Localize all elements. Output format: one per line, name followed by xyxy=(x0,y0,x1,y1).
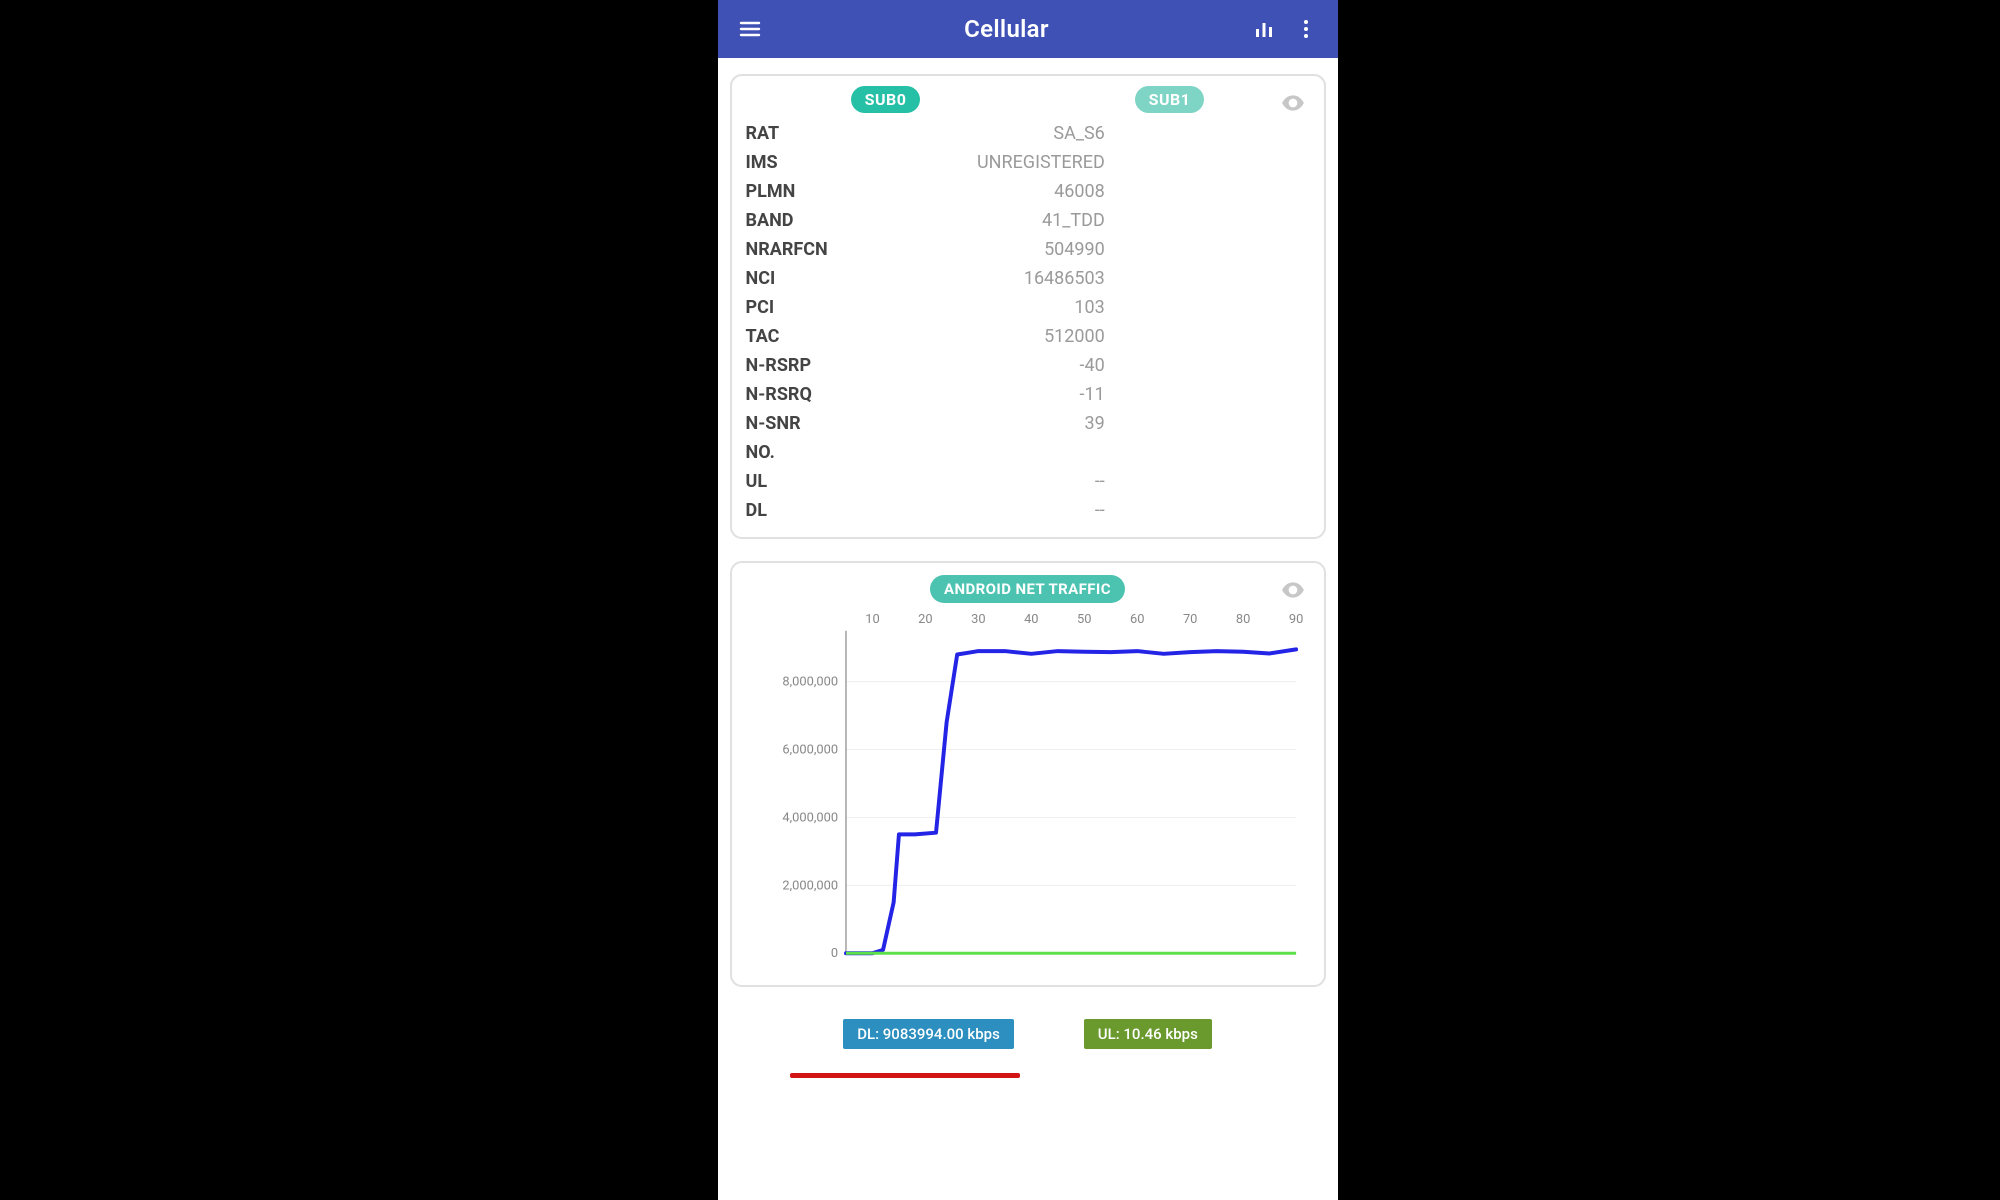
dl-badge: DL: 9083994.00 kbps xyxy=(843,1019,1014,1049)
cell-sub1 xyxy=(1127,438,1320,467)
table-row: BAND41_TDD xyxy=(736,206,1320,235)
cell-key: NO. xyxy=(736,438,935,467)
cell-key: PCI xyxy=(736,293,935,322)
cell-key: N-SNR xyxy=(736,409,935,438)
cell-key: NCI xyxy=(736,264,935,293)
table-row: N-RSRP-40 xyxy=(736,351,1320,380)
sub1-tab[interactable]: SUB1 xyxy=(1135,86,1205,113)
visibility-toggle-icon[interactable] xyxy=(1280,90,1306,120)
table-row: PCI103 xyxy=(736,293,1320,322)
cell-sub0: -11 xyxy=(934,380,1127,409)
svg-text:6,000,000: 6,000,000 xyxy=(782,742,838,757)
cell-sub0: 504990 xyxy=(934,235,1127,264)
cell-key: N-RSRQ xyxy=(736,380,935,409)
cell-sub0: 16486503 xyxy=(934,264,1127,293)
cell-key: TAC xyxy=(736,322,935,351)
cell-sub1 xyxy=(1127,351,1320,380)
svg-text:4,000,000: 4,000,000 xyxy=(782,810,838,825)
sub0-tab[interactable]: SUB0 xyxy=(851,86,921,113)
cell-sub1 xyxy=(1127,235,1320,264)
traffic-chart: 10 20 30 40 50 60 70 80 90 0 2,000,000 4,000,000 6,0… xyxy=(732,605,1324,985)
svg-text:60: 60 xyxy=(1130,612,1144,627)
cell-sub0 xyxy=(934,438,1127,467)
cell-sub1 xyxy=(1127,380,1320,409)
cell-key: BAND xyxy=(736,206,935,235)
cell-sub1 xyxy=(1127,467,1320,496)
cell-key: UL xyxy=(736,467,935,496)
cell-sub1 xyxy=(1127,119,1320,148)
stats-icon[interactable] xyxy=(1246,11,1282,47)
table-row: N-SNR39 xyxy=(736,409,1320,438)
table-row: N-RSRQ-11 xyxy=(736,380,1320,409)
cell-key: PLMN xyxy=(736,177,935,206)
ul-badge: UL: 10.46 kbps xyxy=(1084,1019,1212,1049)
cell-sub0: -- xyxy=(934,467,1127,496)
table-row: RATSA_S6 xyxy=(736,119,1320,148)
svg-text:50: 50 xyxy=(1077,612,1091,627)
cell-sub1 xyxy=(1127,293,1320,322)
cell-sub1 xyxy=(1127,496,1320,525)
svg-text:70: 70 xyxy=(1182,612,1196,627)
cell-key: NRARFCN xyxy=(736,235,935,264)
cell-sub0: 39 xyxy=(934,409,1127,438)
svg-text:8,000,000: 8,000,000 xyxy=(782,675,838,690)
cell-sub0: 103 xyxy=(934,293,1127,322)
cell-key: DL xyxy=(736,496,935,525)
table-row: NCI16486503 xyxy=(736,264,1320,293)
table-row: PLMN46008 xyxy=(736,177,1320,206)
content-area: SUB0 SUB1 RATSA_S6IMSUNREGISTEREDPLMN460… xyxy=(718,58,1338,1090)
table-row: NO. xyxy=(736,438,1320,467)
cell-sub1 xyxy=(1127,177,1320,206)
cell-sub1 xyxy=(1127,264,1320,293)
visibility-toggle-icon[interactable] xyxy=(1280,577,1306,607)
table-row: IMSUNREGISTERED xyxy=(736,148,1320,177)
cell-key: IMS xyxy=(736,148,935,177)
cell-sub0: UNREGISTERED xyxy=(934,148,1127,177)
svg-text:90: 90 xyxy=(1288,612,1302,627)
table-row: NRARFCN504990 xyxy=(736,235,1320,264)
cell-sub1 xyxy=(1127,148,1320,177)
chart-legend-row: DL: 9083994.00 kbps UL: 10.46 kbps xyxy=(730,1009,1326,1053)
cell-sub0: SA_S6 xyxy=(934,119,1127,148)
cell-sub1 xyxy=(1127,206,1320,235)
cell-sub0: -40 xyxy=(934,351,1127,380)
net-traffic-card: ANDROID NET TRAFFIC 10 20 30 40 50 60 70 80 90 0 2… xyxy=(730,561,1326,987)
svg-text:0: 0 xyxy=(830,946,837,961)
menu-icon[interactable] xyxy=(732,11,768,47)
cell-sub1 xyxy=(1127,409,1320,438)
cell-info-table: RATSA_S6IMSUNREGISTEREDPLMN46008BAND41_T… xyxy=(736,119,1320,525)
page-title: Cellular xyxy=(768,15,1246,43)
table-row: TAC512000 xyxy=(736,322,1320,351)
cell-sub0: -- xyxy=(934,496,1127,525)
cell-sub1 xyxy=(1127,322,1320,351)
dl-highlight-underline xyxy=(790,1073,1020,1078)
svg-text:80: 80 xyxy=(1235,612,1249,627)
svg-text:40: 40 xyxy=(1024,612,1038,627)
overflow-menu-icon[interactable] xyxy=(1288,11,1324,47)
table-row: DL-- xyxy=(736,496,1320,525)
cell-sub0: 512000 xyxy=(934,322,1127,351)
svg-text:10: 10 xyxy=(865,612,879,627)
cell-key: RAT xyxy=(736,119,935,148)
phone-frame: Cellular SUB0 SUB1 xyxy=(718,0,1338,1200)
cell-sub0: 46008 xyxy=(934,177,1127,206)
svg-text:2,000,000: 2,000,000 xyxy=(782,878,838,893)
app-bar: Cellular xyxy=(718,0,1338,58)
svg-text:30: 30 xyxy=(971,612,985,627)
chart-title-pill: ANDROID NET TRAFFIC xyxy=(930,575,1125,603)
cell-sub0: 41_TDD xyxy=(934,206,1127,235)
cell-key: N-RSRP xyxy=(736,351,935,380)
cell-info-card: SUB0 SUB1 RATSA_S6IMSUNREGISTEREDPLMN460… xyxy=(730,74,1326,539)
svg-text:20: 20 xyxy=(918,612,932,627)
table-row: UL-- xyxy=(736,467,1320,496)
